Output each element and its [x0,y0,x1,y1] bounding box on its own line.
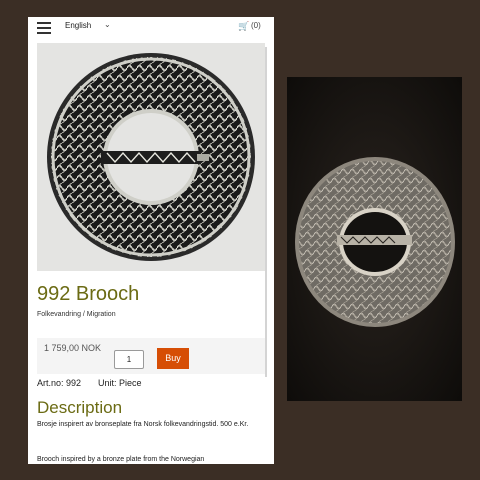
description-heading: Description [37,398,123,417]
cart-count[interactable]: (0) [251,21,261,30]
brooch-photo [287,77,462,401]
cart-icon[interactable]: 🛒 [238,21,249,32]
top-bar: English ⌄ 🛒 (0) [28,17,274,39]
product-title: 992 Brooch [37,283,140,305]
product-image [37,43,265,271]
chevron-down-icon[interactable]: ⌄ [104,20,111,29]
product-page: English ⌄ 🛒 (0) 992 Brooch Folkevandring… [28,17,274,464]
buy-button[interactable]: Buy [157,348,189,369]
product-unit: Unit: Piece [98,378,142,388]
language-selector[interactable]: English [65,21,91,30]
scrollbar[interactable] [265,47,267,377]
description-text-norwegian: Brosje inspirert av bronseplate fra Nors… [37,421,249,428]
description-text-english: Brooch inspired by a bronze plate from t… [37,456,205,463]
menu-icon[interactable] [37,22,51,34]
product-price: 1 759,00 NOK [44,343,102,353]
article-number: Art.no: 992 [37,378,82,388]
product-subtitle: Folkevandring / Migration [37,311,116,318]
quantity-input[interactable]: 1 [114,350,144,369]
